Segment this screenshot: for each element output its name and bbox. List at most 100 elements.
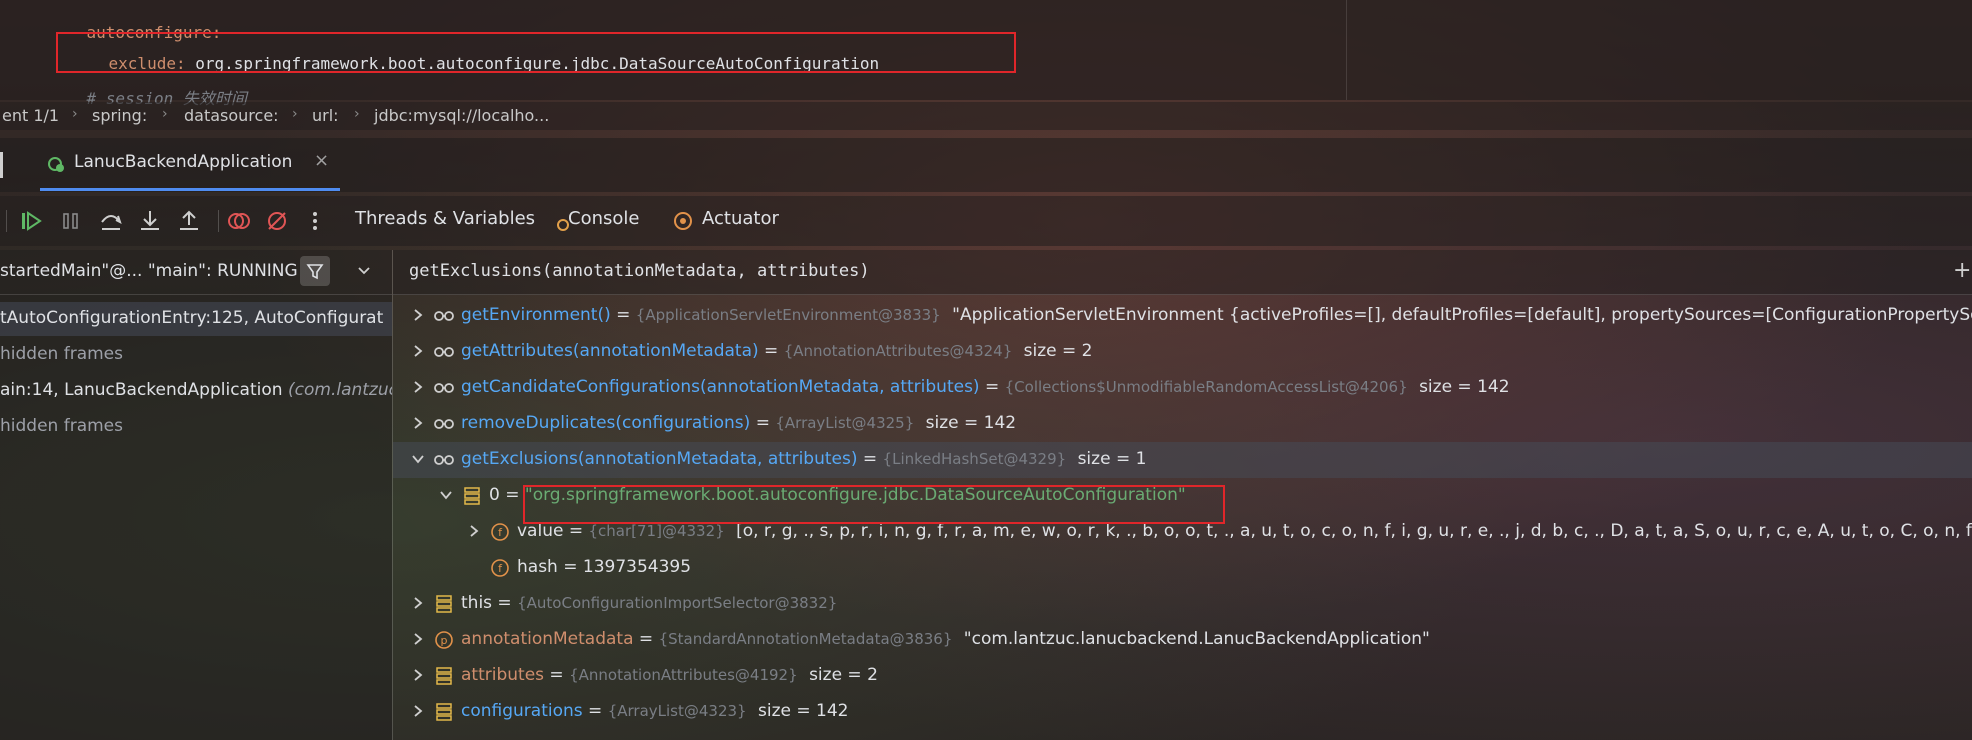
variable-row[interactable]: getEnvironment() = {ApplicationServletEn…: [393, 298, 1972, 334]
field-icon: f: [491, 523, 509, 541]
variable-text: getEnvironment() = {ApplicationServletEn…: [461, 305, 1972, 325]
array-icon: [436, 595, 452, 613]
chevron-right-icon[interactable]: [411, 704, 425, 718]
variable-ref: {ArrayList@4325}: [775, 414, 915, 432]
filter-button[interactable]: [300, 256, 330, 286]
chevron-down-icon[interactable]: [439, 488, 453, 502]
field-icon: f: [491, 559, 509, 577]
variable-name: getCandidateConfigurations(annotationMet…: [461, 377, 980, 397]
variable-text: getExclusions(annotationMetadata, attrib…: [461, 449, 1146, 469]
frame-label: hidden frames: [0, 344, 123, 364]
chevron-right-icon: ›: [162, 106, 168, 122]
chevron-down-icon[interactable]: [411, 452, 425, 466]
close-icon[interactable]: ×: [314, 150, 329, 171]
equals-sign: =: [492, 593, 518, 613]
highlight-box-exclusion-value: [523, 485, 1225, 524]
variable-value: [o, r, g, ., s, p, r, i, n, g, f, r, a, …: [736, 521, 1972, 541]
variable-row[interactable]: f hash = 1397354395: [393, 550, 1972, 586]
variable-value: size = 2: [809, 665, 878, 685]
variable-row[interactable]: attributes = {AnnotationAttributes@4192}…: [393, 658, 1972, 694]
breadcrumb: ent 1/1 › spring: › datasource: › url: ›…: [0, 102, 1972, 130]
variable-row[interactable]: configurations = {ArrayList@4323} size =…: [393, 694, 1972, 730]
frame-label: ain:14, LanucBackendApplication: [0, 380, 283, 400]
variable-text: getCandidateConfigurations(annotationMet…: [461, 377, 1510, 397]
add-watch-icon[interactable]: +: [1953, 258, 1971, 283]
evaluate-expression-bar[interactable]: getExclusions(annotationMetadata, attrib…: [393, 250, 1972, 295]
breadcrumb-item[interactable]: jdbc:mysql://localho...: [374, 106, 549, 125]
frame-row[interactable]: tAutoConfigurationEntry:125, AutoConfigu…: [0, 302, 392, 336]
chevron-right-icon[interactable]: [411, 668, 425, 682]
variable-row[interactable]: getAttributes(annotationMetadata) = {Ann…: [393, 334, 1972, 370]
variables-panel: getExclusions(annotationMetadata, attrib…: [393, 250, 1972, 740]
array-icon: [436, 703, 452, 721]
chevron-right-icon[interactable]: [411, 596, 425, 610]
chevron-right-icon[interactable]: [411, 632, 425, 646]
frame-row[interactable]: hidden frames: [0, 410, 392, 444]
chevron-right-icon[interactable]: [411, 416, 425, 430]
variable-value: size = 2: [1023, 341, 1093, 361]
frame-label: hidden frames: [0, 416, 123, 436]
thread-selector[interactable]: startedMain"@... "main": RUNNING: [0, 250, 392, 295]
resume-icon[interactable]: [18, 208, 44, 234]
equals-sign: =: [557, 557, 583, 577]
param-icon: p: [435, 631, 453, 649]
variable-value: "com.lantzuc.lanucbackend.LanucBackendAp…: [963, 629, 1430, 649]
variable-row[interactable]: removeDuplicates(configurations) = {Arra…: [393, 406, 1972, 442]
step-into-icon[interactable]: [137, 208, 163, 234]
variable-text: attributes = {AnnotationAttributes@4192}…: [461, 665, 878, 685]
tab-actuator[interactable]: Actuator: [702, 208, 779, 229]
variable-name: 0: [489, 485, 500, 505]
equals-sign: =: [582, 701, 608, 721]
chevron-right-icon[interactable]: [467, 524, 481, 538]
debug-tab-strip: LanucBackendApplication ×: [0, 138, 1972, 192]
chevron-right-icon[interactable]: [411, 344, 425, 358]
variable-row[interactable]: getExclusions(annotationMetadata, attrib…: [393, 442, 1972, 478]
panel-marker: [0, 152, 3, 178]
variable-row[interactable]: this = {AutoConfigurationImportSelector@…: [393, 586, 1972, 622]
view-breakpoints-icon[interactable]: [226, 208, 252, 234]
variable-name: attributes: [461, 665, 545, 685]
watch-icon: [434, 455, 454, 465]
debug-bug-icon: [48, 157, 64, 172]
chevron-right-icon[interactable]: [411, 380, 425, 394]
frame-row[interactable]: ain:14, LanucBackendApplication (com.lant…: [0, 374, 392, 408]
breadcrumb-item[interactable]: url:: [312, 106, 339, 125]
tab-console[interactable]: Console: [568, 208, 639, 229]
code-editor[interactable]: autoconfigure: exclude: org.springframew…: [0, 0, 1972, 108]
frame-row[interactable]: hidden frames: [0, 338, 392, 372]
variable-value: size = 1: [1077, 449, 1147, 469]
variable-ref: {ApplicationServletEnvironment@3833}: [635, 306, 941, 324]
frames-panel: startedMain"@... "main": RUNNING tAutoCo…: [0, 250, 392, 740]
tab-label: LanucBackendApplication: [74, 152, 293, 172]
variable-name: hash: [517, 557, 558, 577]
breadcrumb-item[interactable]: ent 1/1: [2, 106, 59, 125]
svg-text:f: f: [498, 562, 503, 575]
equals-sign: =: [563, 521, 589, 541]
breadcrumb-item[interactable]: datasource:: [184, 106, 279, 125]
pause-icon[interactable]: [58, 208, 84, 234]
variable-row[interactable]: p annotationMetadata = {StandardAnnotatio…: [393, 622, 1972, 658]
chevron-right-icon: ›: [292, 106, 298, 122]
variable-row[interactable]: getCandidateConfigurations(annotationMet…: [393, 370, 1972, 406]
variable-ref: {AnnotationAttributes@4324}: [783, 342, 1013, 360]
mute-breakpoints-icon[interactable]: [264, 208, 290, 234]
variable-ref: {StandardAnnotationMetadata@3836}: [658, 630, 953, 648]
tab-threads-variables[interactable]: Threads & Variables: [355, 208, 535, 229]
tab-lanuc-backend-application[interactable]: LanucBackendApplication ×: [40, 146, 335, 182]
frame-package: (com.lantzuc: [288, 380, 392, 400]
editor-margin-line: [1346, 0, 1347, 100]
variable-value: size = 142: [757, 701, 849, 721]
chevron-right-icon[interactable]: [411, 308, 425, 322]
more-icon[interactable]: [302, 208, 328, 234]
variable-ref: {char[71]@4332}: [588, 522, 725, 540]
variable-value: size = 142: [925, 413, 1017, 433]
step-over-icon[interactable]: [98, 208, 124, 234]
array-icon: [464, 487, 480, 505]
variable-name: removeDuplicates(configurations): [461, 413, 751, 433]
step-out-icon[interactable]: [176, 208, 202, 234]
evaluate-expression-input[interactable]: getExclusions(annotationMetadata, attrib…: [409, 261, 870, 281]
chevron-down-icon[interactable]: [356, 262, 372, 278]
chevron-right-icon: ›: [72, 106, 78, 122]
breadcrumb-item[interactable]: spring:: [92, 106, 147, 125]
equals-sign: =: [633, 629, 659, 649]
